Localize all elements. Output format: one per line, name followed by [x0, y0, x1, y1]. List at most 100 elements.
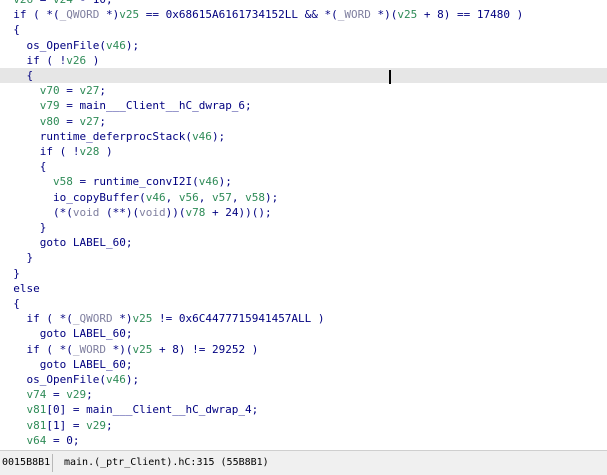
status-location: main.(_ptr_Client).hC:315 (55B8B1) — [64, 457, 269, 468]
code-variable: v46 — [198, 175, 219, 189]
code-line[interactable]: if ( !v26 ) — [0, 53, 607, 68]
code-variable: v25 — [119, 8, 140, 22]
code-text: *) — [99, 8, 120, 22]
code-line[interactable]: os_OpenFile(v46); — [0, 372, 607, 387]
pseudocode-view[interactable]: v26 = v24 - 10; if ( *(_QWORD *)v25 == 0… — [0, 0, 607, 450]
code-variable: v80 — [39, 114, 60, 128]
code-text: - 10; — [73, 0, 112, 6]
code-text: *) — [112, 312, 133, 326]
code-text: (**)( — [99, 205, 140, 219]
code-line[interactable]: { — [0, 159, 607, 174]
code-variable: v58 — [245, 190, 265, 204]
code-variable: v24 — [53, 0, 73, 6]
code-line[interactable]: v80 = v27; — [0, 114, 607, 129]
code-text: + 24))(); — [205, 205, 272, 219]
code-line[interactable]: v26 = v24 - 10; — [0, 0, 607, 7]
code-variable: v56 — [178, 190, 199, 204]
code-line[interactable]: v74 = v29; — [0, 387, 607, 402]
code-text: ); — [264, 190, 279, 204]
status-bar: 0015B8B1 main.(_ptr_Client).hC:315 (55B8… — [0, 450, 607, 475]
code-line[interactable]: { — [0, 296, 607, 311]
code-text: ); — [125, 373, 140, 386]
code-line[interactable]: v70 = v27; — [0, 83, 607, 98]
code-line[interactable]: goto LABEL_60; — [0, 235, 607, 250]
code-type: void — [72, 205, 100, 219]
code-text: } — [0, 266, 20, 280]
code-text: [0] = main___Client__hC_dwrap_4; — [46, 403, 259, 417]
code-text: ); — [125, 38, 140, 52]
code-line[interactable]: if ( *(_QWORD *)v25 != 0x6C4477715941457… — [0, 311, 607, 326]
code-text: if ( *( — [0, 8, 60, 22]
code-variable: v25 — [132, 312, 153, 326]
code-variable: v26 — [66, 53, 87, 67]
code-line[interactable]: v81[0] = main___Client__hC_dwrap_4; — [0, 402, 607, 417]
code-line[interactable]: if ( *(_WORD *)(v25 + 8) != 29252 ) — [0, 342, 607, 357]
code-text: } — [0, 251, 34, 265]
code-line[interactable]: if ( *(_QWORD *)v25 == 0x68615A616173415… — [0, 7, 607, 22]
code-text: ; — [99, 114, 106, 128]
code-text: , — [165, 190, 179, 204]
code-line[interactable]: io_copyBuffer(v46, v56, v57, v58); — [0, 190, 607, 205]
code-text: = 0; — [46, 433, 80, 447]
code-text: *)( — [370, 8, 398, 22]
code-text: ) — [99, 145, 113, 158]
code-text: if ( ! — [0, 145, 80, 158]
code-line[interactable]: else — [0, 281, 607, 296]
code-line[interactable]: if ( !v28 ) — [0, 144, 607, 159]
code-line[interactable]: } — [0, 266, 607, 281]
code-text: os_OpenFile( — [0, 38, 106, 52]
code-variable: v27 — [79, 114, 100, 128]
code-text: { — [0, 23, 20, 37]
code-line[interactable]: v64 = 0; — [0, 433, 607, 448]
code-text: = runtime_convI2I( — [72, 175, 199, 189]
code-text: , — [198, 190, 212, 204]
code-line[interactable]: v81[1] = v29; — [0, 418, 607, 433]
code-variable: v58 — [52, 175, 73, 189]
code-text: + 8) != 29252 ) — [152, 342, 259, 356]
code-text: if ( ! — [0, 53, 67, 67]
code-text: os_OpenFile( — [0, 373, 106, 386]
code-line[interactable]: } — [0, 250, 607, 265]
code-line[interactable]: (*(void (**)(void))(v78 + 24))(); — [0, 205, 607, 220]
code-text: if ( *( — [0, 312, 73, 326]
code-line[interactable]: { — [0, 68, 607, 84]
code-line[interactable]: goto LABEL_60; — [0, 357, 607, 372]
code-text: (*( — [0, 205, 73, 219]
code-text: = — [59, 84, 80, 98]
code-text: , — [231, 190, 246, 204]
code-text: { — [0, 69, 34, 82]
code-line[interactable]: os_OpenFile(v46); — [0, 38, 607, 53]
code-variable: v46 — [105, 38, 126, 52]
code-text: == 0x68615A6161734152LL && *( — [139, 8, 338, 22]
code-variable: v26 — [13, 0, 33, 6]
code-text: goto LABEL_60; — [0, 236, 133, 250]
code-text: { — [0, 160, 47, 174]
code-text: *)( — [105, 342, 133, 356]
code-line[interactable]: runtime_deferprocStack(v46); — [0, 129, 607, 144]
code-text: != 0x6C4477715941457ALL ) — [152, 312, 325, 326]
text-caret — [389, 70, 391, 84]
code-line[interactable]: v79 = main___Client__hC_dwrap_6; — [0, 98, 607, 113]
code-variable: v28 — [79, 145, 100, 158]
code-line[interactable]: { — [0, 22, 607, 37]
code-variable: v46 — [192, 129, 212, 143]
code-variable: v78 — [185, 205, 206, 219]
code-text: else — [0, 281, 40, 295]
code-type: void — [139, 205, 166, 219]
code-text: { — [0, 297, 20, 310]
code-variable: v64 — [26, 433, 47, 447]
code-variable: v57 — [211, 190, 232, 204]
code-line[interactable]: } — [0, 220, 607, 235]
code-text: ); — [211, 129, 226, 143]
code-variable: v29 — [66, 388, 87, 402]
code-line[interactable]: goto LABEL_60; — [0, 326, 607, 341]
code-type: _QWORD — [72, 312, 113, 326]
code-variable: v46 — [105, 373, 126, 386]
code-text: goto LABEL_60; — [0, 357, 133, 371]
code-variable: v29 — [86, 418, 106, 432]
code-line[interactable]: v58 = runtime_convI2I(v46); — [0, 174, 607, 189]
